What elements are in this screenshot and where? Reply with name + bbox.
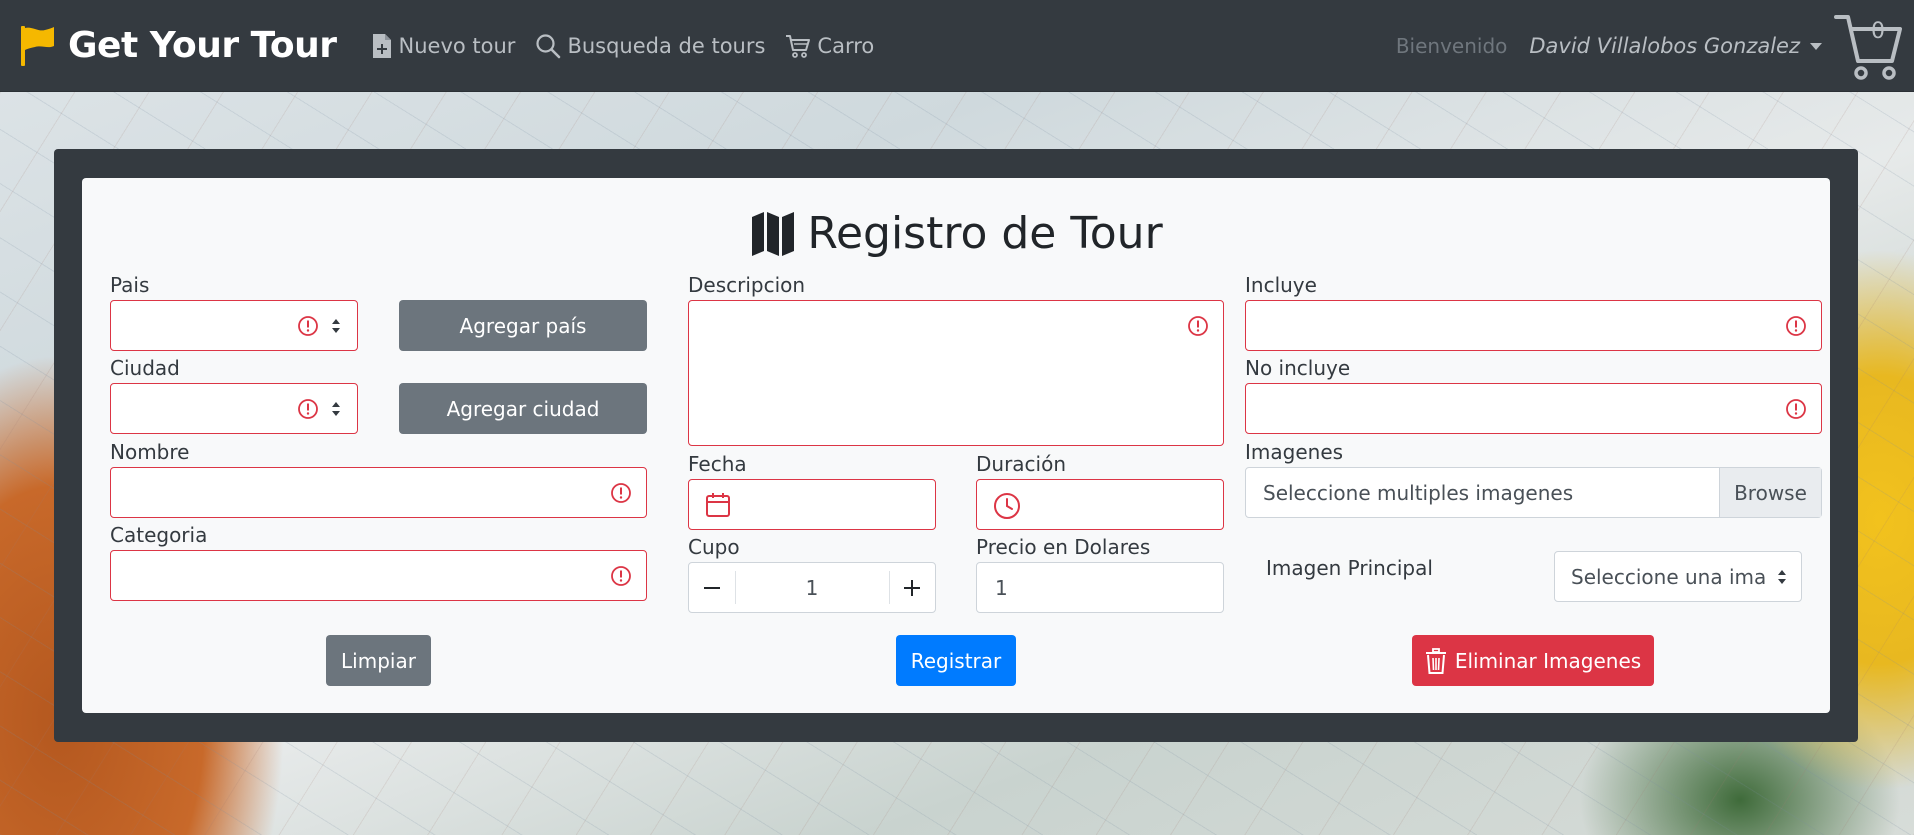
categoria-label: Categoria — [110, 523, 208, 547]
nav-carro[interactable]: Carro — [785, 33, 874, 59]
error-icon — [611, 482, 631, 503]
brand[interactable]: Get Your Tour — [18, 24, 337, 68]
select-arrows-icon — [332, 401, 340, 416]
cart-icon — [786, 34, 811, 58]
imagenes-label: Imagenes — [1245, 440, 1344, 464]
cart-count-badge: 0 — [1871, 19, 1885, 44]
imagen-principal-value: Seleccione una imagen — [1571, 564, 1767, 589]
no-incluye-input[interactable] — [1245, 383, 1822, 434]
trash-icon — [1425, 647, 1446, 674]
descripcion-textarea[interactable] — [688, 300, 1224, 446]
fecha-label: Fecha — [688, 452, 747, 476]
descripcion-label: Descripcion — [688, 273, 806, 297]
select-arrows-icon — [332, 318, 340, 333]
incluye-label: Incluye — [1245, 273, 1317, 297]
file-plus-icon — [372, 33, 391, 58]
ciudad-label: Ciudad — [110, 356, 180, 380]
flag-icon — [21, 25, 54, 66]
eliminar-imagenes-button[interactable]: Eliminar Imagenes — [1412, 635, 1654, 686]
precio-input[interactable]: 1 — [976, 562, 1224, 613]
error-icon — [1786, 315, 1806, 336]
welcome-text: Bienvenido — [1395, 34, 1508, 58]
duracion-input[interactable] — [976, 479, 1224, 530]
top-navbar: Get Your Tour Nuevo tour Busqueda de tou… — [0, 0, 1914, 92]
agregar-pais-button[interactable]: Agregar país — [399, 300, 647, 351]
pais-label: Pais — [110, 273, 150, 297]
cupo-value: 1 — [805, 575, 819, 600]
nav-busqueda[interactable]: Busqueda de tours — [535, 33, 765, 59]
form-title-text: Registro de Tour — [807, 208, 1163, 259]
stepper-divider — [889, 571, 890, 604]
form-title: Registro de Tour — [0, 208, 1914, 259]
search-icon — [536, 33, 561, 58]
registrar-button[interactable]: Registrar — [896, 635, 1016, 686]
select-arrows-icon — [1778, 569, 1786, 584]
imagen-principal-select[interactable]: Seleccione una imagen — [1554, 551, 1802, 602]
precio-label: Precio en Dolares — [976, 535, 1151, 559]
cupo-label: Cupo — [688, 535, 740, 559]
imagenes-placeholder: Seleccione multiples imagenes — [1263, 480, 1574, 505]
calendar-icon — [706, 493, 730, 517]
error-icon — [298, 315, 318, 336]
error-icon — [1188, 316, 1208, 336]
fecha-input[interactable] — [688, 479, 936, 530]
nav-nuevo-tour-label: Nuevo tour — [398, 33, 516, 58]
browse-button[interactable]: Browse — [1719, 468, 1821, 517]
precio-value: 1 — [995, 575, 1008, 600]
no-incluye-label: No incluye — [1245, 356, 1351, 380]
map-icon — [752, 211, 795, 256]
nav-carro-label: Carro — [817, 33, 875, 58]
plus-icon[interactable] — [903, 579, 921, 597]
limpiar-button[interactable]: Limpiar — [326, 635, 431, 686]
duracion-label: Duración — [976, 452, 1067, 476]
error-icon — [1786, 398, 1806, 419]
chevron-down-icon — [1810, 42, 1822, 50]
user-dropdown[interactable]: David Villalobos Gonzalez — [1529, 34, 1822, 58]
nombre-label: Nombre — [110, 440, 190, 464]
agregar-ciudad-button[interactable]: Agregar ciudad — [399, 383, 647, 434]
clock-icon — [994, 493, 1020, 519]
cupo-stepper[interactable]: 1 — [688, 562, 936, 613]
nav-links: Nuevo tour Busqueda de tours Carro — [371, 33, 895, 59]
minus-icon[interactable] — [703, 579, 721, 597]
nav-busqueda-label: Busqueda de tours — [567, 33, 766, 58]
imagenes-file-input[interactable]: Seleccione multiples imagenes Browse — [1245, 467, 1822, 518]
error-icon — [611, 565, 631, 586]
categoria-input[interactable] — [110, 550, 647, 601]
incluye-input[interactable] — [1245, 300, 1822, 351]
user-name: David Villalobos Gonzalez — [1529, 34, 1800, 58]
nav-nuevo-tour[interactable]: Nuevo tour — [371, 33, 516, 59]
brand-name: Get Your Tour — [68, 25, 337, 66]
pais-select[interactable] — [110, 300, 358, 351]
ciudad-select[interactable] — [110, 383, 358, 434]
eliminar-imagenes-label: Eliminar Imagenes — [1454, 648, 1642, 673]
cart-button[interactable]: 0 — [1834, 11, 1904, 81]
imagen-principal-label: Imagen Principal — [1266, 556, 1433, 580]
nav-user-area: Bienvenido David Villalobos Gonzalez 0 — [1396, 0, 1914, 92]
nombre-input[interactable] — [110, 467, 647, 518]
error-icon — [298, 398, 318, 419]
